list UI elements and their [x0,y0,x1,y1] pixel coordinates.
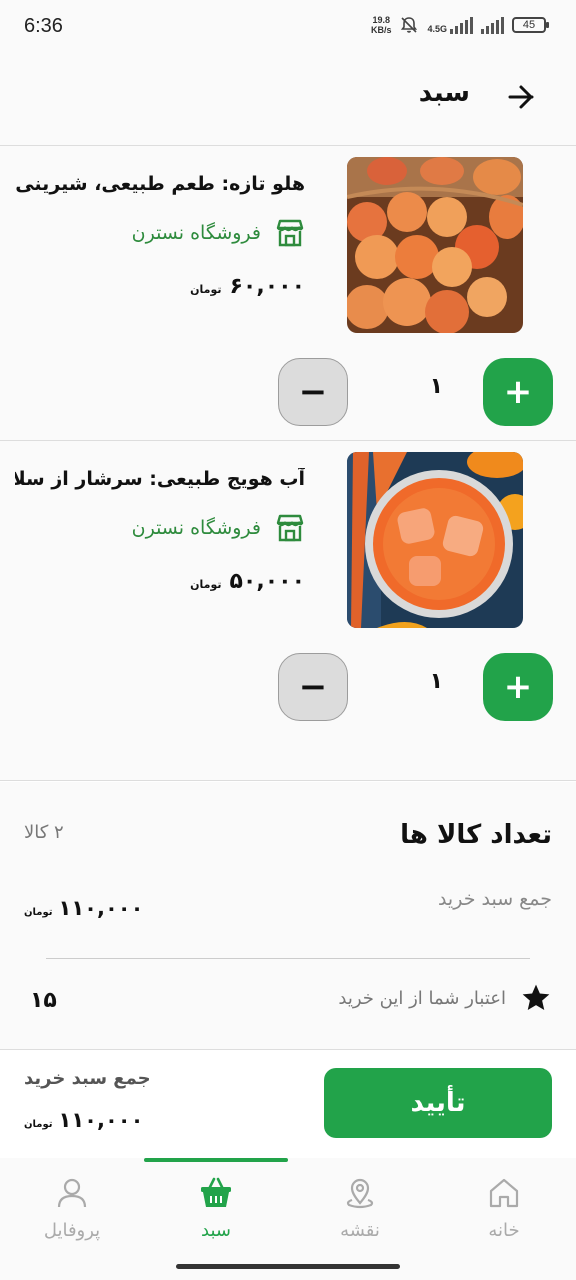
quantity-value: ۱ [429,669,443,694]
increase-button[interactable]: + [483,653,553,721]
back-arrow-icon[interactable] [506,82,536,112]
store-icon [276,219,304,247]
app-header: سبد [0,54,576,146]
decrease-button[interactable]: − [278,358,348,426]
credit-label: اعتبار شما از این خرید [338,987,506,1009]
star-icon [522,984,550,1010]
tab-home[interactable]: خانه [432,1168,576,1252]
quantity-stepper: + ۱ − [278,358,553,426]
store-link[interactable]: فروشگاه نسترن [132,218,305,248]
cell-signal-2 [481,16,504,34]
credit-value: ۱۵ [30,988,57,1013]
cell-signal-1: 4.5G [427,16,473,34]
quantity-value: ۱ [429,374,443,399]
store-name: فروشگاه نسترن [131,222,261,244]
order-summary: تعداد کالا ها ۲ کالا جمع سبد خرید ۱۱۰,۰۰… [0,782,576,1050]
checkout-sum-label: جمع سبد خرید [24,1068,151,1089]
tab-map[interactable]: نقشه [288,1168,432,1252]
item-count-label: تعداد کالا ها [400,820,552,850]
store-name: فروشگاه نسترن [131,517,261,539]
status-time: 6:36 [24,15,63,37]
basket-icon [201,1177,231,1207]
confirm-button[interactable]: تأیید [324,1068,552,1138]
map-pin-icon [346,1178,374,1209]
tab-profile[interactable]: پروفایل [0,1168,144,1252]
store-icon [276,514,304,542]
system-home-indicator[interactable] [176,1264,400,1269]
status-icons: 19.8 KB/s 4.5G 45 [370,15,549,35]
product-price: ۵۰,۰۰۰ تومان [190,569,305,594]
decrease-button[interactable]: − [278,653,348,721]
tab-map-label: نقشه [340,1220,380,1241]
item-count-value: ۲ کالا [24,822,64,843]
product-name[interactable]: هلو تازه: طعم طبیعی، شیرینی ... [15,173,305,195]
page-title: سبد [418,78,470,108]
quantity-stepper: + ۱ − [278,653,553,721]
carrot-juice-photo [347,452,523,628]
product-price: ۶۰,۰۰۰ تومان [190,274,305,299]
checkout-bar: جمع سبد خرید ۱۱۰,۰۰۰ تومان تأیید [0,1050,576,1158]
cart-item: آب هویج طبیعی: سرشار از سلام... فروشگاه … [0,441,576,781]
bottom-nav: پروفایل سبد نقشه خانه [0,1158,576,1280]
network-speed: 19.8 KB/s [370,15,392,35]
checkout-sum-value: ۱۱۰,۰۰۰ تومان [24,1108,144,1132]
cart-item: هلو تازه: طعم طبیعی، شیرینی ... فروشگاه … [0,146,576,441]
divider [46,958,530,959]
tab-cart-label: سبد [201,1220,231,1241]
mute-bell-icon [401,17,418,33]
user-icon [57,1178,87,1208]
cart-total-label: جمع سبد خرید [437,888,552,910]
tab-cart[interactable]: سبد [144,1168,288,1252]
status-bar: 6:36 19.8 KB/s 4.5G 45 [0,0,576,54]
increase-button[interactable]: + [483,358,553,426]
credit-row: اعتبار شما از این خرید [338,982,552,1014]
active-tab-indicator [144,1158,288,1162]
cart-total-value: ۱۱۰,۰۰۰ تومان [24,896,144,920]
store-link[interactable]: فروشگاه نسترن [132,513,305,543]
product-name[interactable]: آب هویج طبیعی: سرشار از سلام... [15,468,305,490]
home-icon [489,1178,519,1208]
peaches-photo [347,157,523,333]
tab-home-label: خانه [488,1220,520,1241]
battery-icon: 45 [512,17,549,33]
tab-profile-label: پروفایل [43,1220,101,1241]
